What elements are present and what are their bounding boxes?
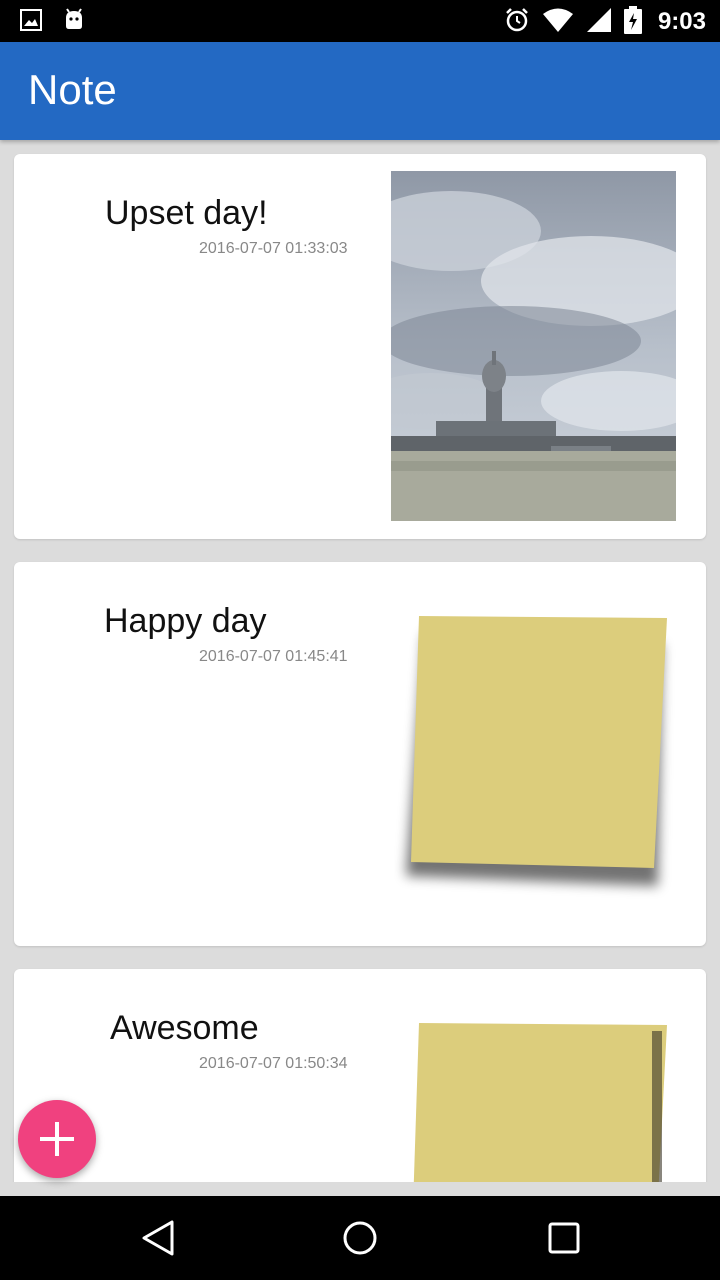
home-icon[interactable] xyxy=(342,1218,378,1262)
app-bar: Note xyxy=(0,42,720,140)
note-title: Upset day! xyxy=(105,194,268,232)
navigation-bar xyxy=(0,1196,720,1280)
add-note-button[interactable] xyxy=(18,1100,96,1178)
status-time: 9:03 xyxy=(657,8,706,35)
note-title: Happy day xyxy=(104,602,267,640)
battery-icon xyxy=(623,6,642,38)
city-photo xyxy=(361,171,701,521)
app-title: Note xyxy=(28,66,117,113)
note-card-upset-day[interactable]: Upset day! 2016-07-07 01:33:03 xyxy=(14,154,706,539)
sticky-note-image xyxy=(394,1021,684,1182)
note-timestamp: 2016-07-07 01:50:34 xyxy=(199,1055,348,1072)
recents-icon[interactable] xyxy=(546,1218,582,1262)
wifi-icon xyxy=(542,7,574,37)
android-icon xyxy=(62,8,86,36)
status-bar: 9:03 xyxy=(0,0,720,42)
sticky-note-image xyxy=(394,614,684,914)
note-title: Awesome xyxy=(110,1009,259,1047)
notes-list[interactable]: Upset day! 2016-07-07 01:33:03 Happy day… xyxy=(0,140,720,1182)
gallery-icon xyxy=(20,9,42,35)
note-card-awesome[interactable]: Awesome 2016-07-07 01:50:34 xyxy=(14,969,706,1182)
alarm-icon xyxy=(504,7,530,37)
note-timestamp: 2016-07-07 01:45:41 xyxy=(199,648,348,665)
note-timestamp: 2016-07-07 01:33:03 xyxy=(199,240,348,257)
signal-icon xyxy=(586,7,612,37)
note-card-happy-day[interactable]: Happy day 2016-07-07 01:45:41 xyxy=(14,562,706,946)
back-icon[interactable] xyxy=(140,1218,176,1262)
